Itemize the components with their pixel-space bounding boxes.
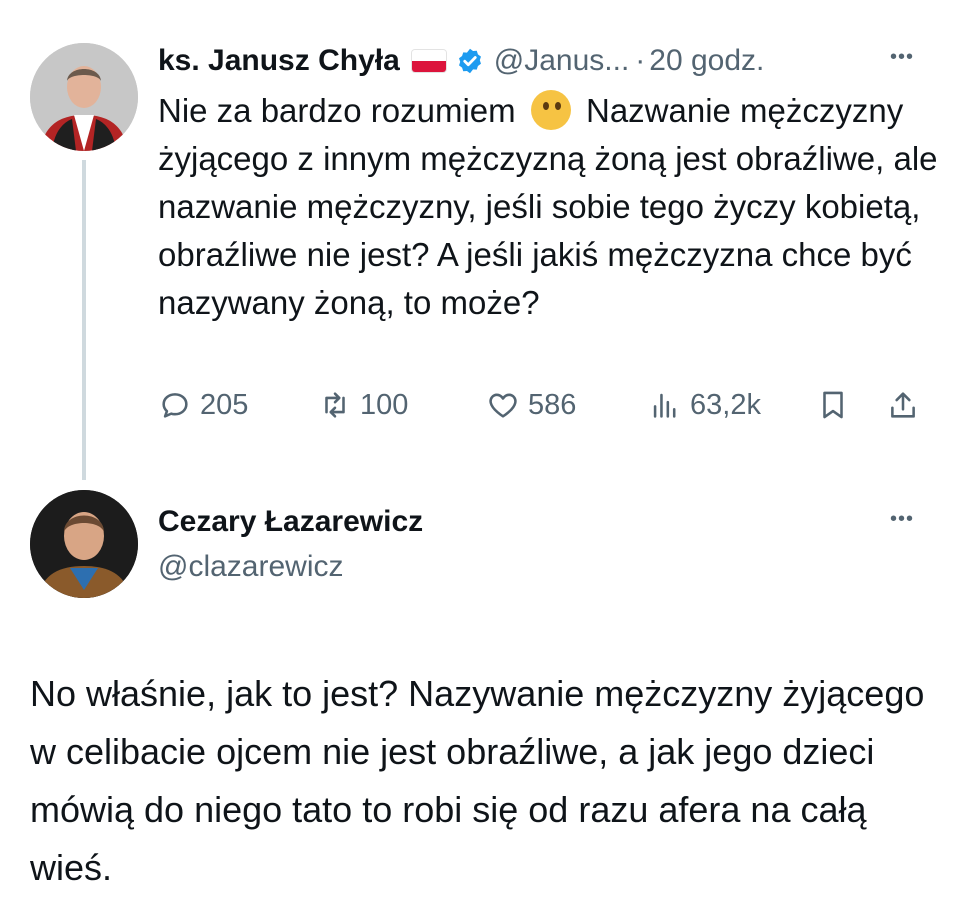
tweet-header: ks. Janusz Chyła @Janus... · 20 godz.: [158, 41, 764, 81]
views-chart-icon: [653, 393, 676, 418]
like-button[interactable]: 586: [486, 388, 576, 422]
more-options-icon[interactable]: •••: [890, 46, 914, 69]
avatar-photo-man: [30, 490, 138, 598]
tweet-timestamp[interactable]: 20 godz.: [649, 44, 764, 78]
poland-flag-icon: [411, 50, 446, 72]
share-icon: [891, 392, 915, 418]
tweet-text: No właśnie, jak to jest? Nazywanie mężcz…: [30, 673, 925, 888]
share-button[interactable]: [886, 388, 928, 422]
author-handle[interactable]: @Janus...: [494, 44, 630, 78]
views-button[interactable]: 63,2k: [648, 388, 761, 422]
thinking-face-icon: [530, 90, 571, 130]
more-options-icon[interactable]: •••: [890, 508, 914, 531]
tweet-text: Nie za bardzo rozumiem Nazwanie mężczyzn…: [158, 87, 938, 327]
heart-icon: [489, 393, 517, 418]
like-count: 586: [528, 388, 577, 421]
tweet-text-part1: Nie za bardzo rozumiem: [158, 92, 516, 129]
author-avatar[interactable]: [30, 43, 138, 151]
author-avatar[interactable]: [30, 490, 138, 598]
bookmark-icon: [823, 391, 843, 419]
author-name[interactable]: Cezary Łazarewicz: [158, 505, 423, 539]
verified-badge-icon: [458, 48, 481, 74]
reply-button[interactable]: 205: [158, 388, 248, 422]
author-handle[interactable]: @clazarewicz: [158, 550, 344, 584]
retweet-count: 100: [360, 388, 409, 421]
reply-count: 205: [200, 388, 249, 421]
reply-icon: [162, 393, 188, 418]
tweet-actions-bar: 205 100 586 63,2k: [158, 388, 928, 432]
bookmark-button[interactable]: [816, 388, 858, 422]
retweet-icon: [325, 392, 345, 418]
retweet-button[interactable]: 100: [318, 388, 408, 422]
separator-dot: ·: [635, 44, 646, 77]
avatar-photo-priest: [30, 43, 138, 151]
view-count: 63,2k: [690, 388, 761, 421]
author-name[interactable]: ks. Janusz Chyła: [158, 44, 400, 78]
thread-connector-line: [82, 160, 86, 480]
